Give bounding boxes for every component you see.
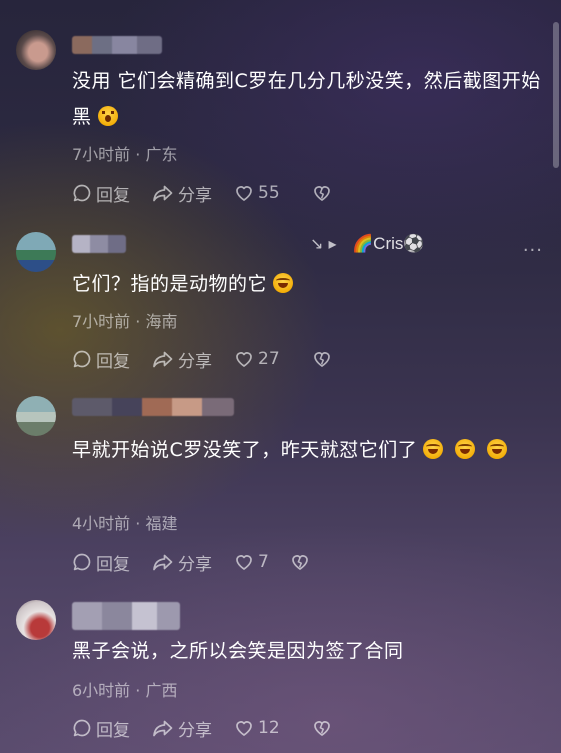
- reply-label: 回复: [96, 720, 130, 741]
- share-label: 分享: [178, 185, 212, 206]
- rofl-face-icon: [487, 439, 508, 459]
- share-label: 分享: [178, 720, 212, 741]
- comment-text: 早就开始说C罗没笑了，昨天就怼它们了: [72, 432, 552, 468]
- comment-time-location: 4小时前 · 福建: [72, 514, 178, 533]
- reply-arrow-icon: ↘ ▸: [310, 234, 337, 253]
- astonished-face-icon: [97, 106, 118, 126]
- more-dots-icon[interactable]: ···: [523, 240, 543, 261]
- reply-to-username[interactable]: 🌈Cris⚽: [352, 234, 425, 254]
- comment-text: 黑子会说，之所以会笑是因为签了合同: [72, 640, 404, 662]
- username-blurred[interactable]: [72, 602, 180, 630]
- username-blurred[interactable]: [72, 398, 234, 416]
- share-label: 分享: [178, 554, 212, 575]
- comment-time-location: 7小时前 · 广东: [72, 145, 178, 164]
- like-count: 12: [258, 718, 280, 738]
- heart-outline-icon: [236, 555, 252, 570]
- share-arrow-icon: [153, 554, 173, 571]
- share-button[interactable]: 分享: [152, 347, 234, 372]
- comment-actions: 回复 分享 7: [72, 550, 314, 575]
- comment-bubble-icon: [73, 350, 91, 368]
- comment-time-location: 6小时前 · 广西: [72, 681, 178, 700]
- dislike-button[interactable]: [312, 349, 336, 369]
- broken-heart-icon: [314, 186, 330, 201]
- avatar[interactable]: [16, 600, 56, 640]
- dislike-button[interactable]: [312, 718, 336, 738]
- share-button[interactable]: 分享: [152, 181, 234, 206]
- comment-bubble-icon: [73, 553, 91, 571]
- comment-actions: 回复 分享 12: [72, 716, 336, 741]
- share-arrow-icon: [153, 720, 173, 737]
- like-count: 7: [258, 552, 269, 572]
- broken-heart-icon: [314, 352, 330, 367]
- dislike-button[interactable]: [312, 183, 336, 203]
- username-blurred[interactable]: [72, 235, 126, 253]
- heart-outline-icon: [236, 352, 252, 367]
- share-arrow-icon: [153, 351, 173, 368]
- reply-button[interactable]: 回复: [72, 181, 152, 206]
- share-button[interactable]: 分享: [152, 550, 234, 575]
- avatar[interactable]: [16, 396, 56, 436]
- like-button[interactable]: 55: [234, 183, 312, 203]
- comment-text: 它们？指的是动物的它: [72, 266, 552, 302]
- reply-button[interactable]: 回复: [72, 550, 152, 575]
- username-blurred[interactable]: [72, 36, 162, 54]
- comment-text: 没用 它们会精确到C罗在几分几秒没笑，然后截图开始黑: [72, 70, 541, 128]
- heart-outline-icon: [236, 186, 252, 201]
- comment-time-location: 7小时前 · 海南: [72, 312, 178, 331]
- reply-button[interactable]: 回复: [72, 347, 152, 372]
- like-count: 55: [258, 183, 280, 203]
- like-button[interactable]: 27: [234, 349, 312, 369]
- rofl-face-icon: [423, 439, 444, 459]
- reply-label: 回复: [96, 351, 130, 372]
- reply-button[interactable]: 回复: [72, 716, 152, 741]
- comment-actions: 回复 分享 27: [72, 347, 336, 372]
- share-button[interactable]: 分享: [152, 716, 234, 741]
- broken-heart-icon: [314, 721, 330, 736]
- comment-bubble-icon: [73, 719, 91, 737]
- rofl-face-icon: [273, 273, 294, 293]
- like-button[interactable]: 12: [234, 718, 312, 738]
- like-button[interactable]: 7: [234, 552, 290, 572]
- share-label: 分享: [178, 351, 212, 372]
- dislike-button[interactable]: [290, 552, 314, 572]
- reply-label: 回复: [96, 554, 130, 575]
- avatar[interactable]: [16, 30, 56, 70]
- heart-outline-icon: [236, 721, 252, 736]
- share-arrow-icon: [153, 185, 173, 202]
- broken-heart-icon: [292, 555, 308, 570]
- scrollbar[interactable]: [553, 22, 559, 168]
- rofl-face-icon: [455, 439, 476, 459]
- reply-label: 回复: [96, 185, 130, 206]
- comment-bubble-icon: [73, 184, 91, 202]
- comment-actions: 回复 分享 55: [72, 181, 336, 206]
- like-count: 27: [258, 349, 280, 369]
- avatar[interactable]: [16, 232, 56, 272]
